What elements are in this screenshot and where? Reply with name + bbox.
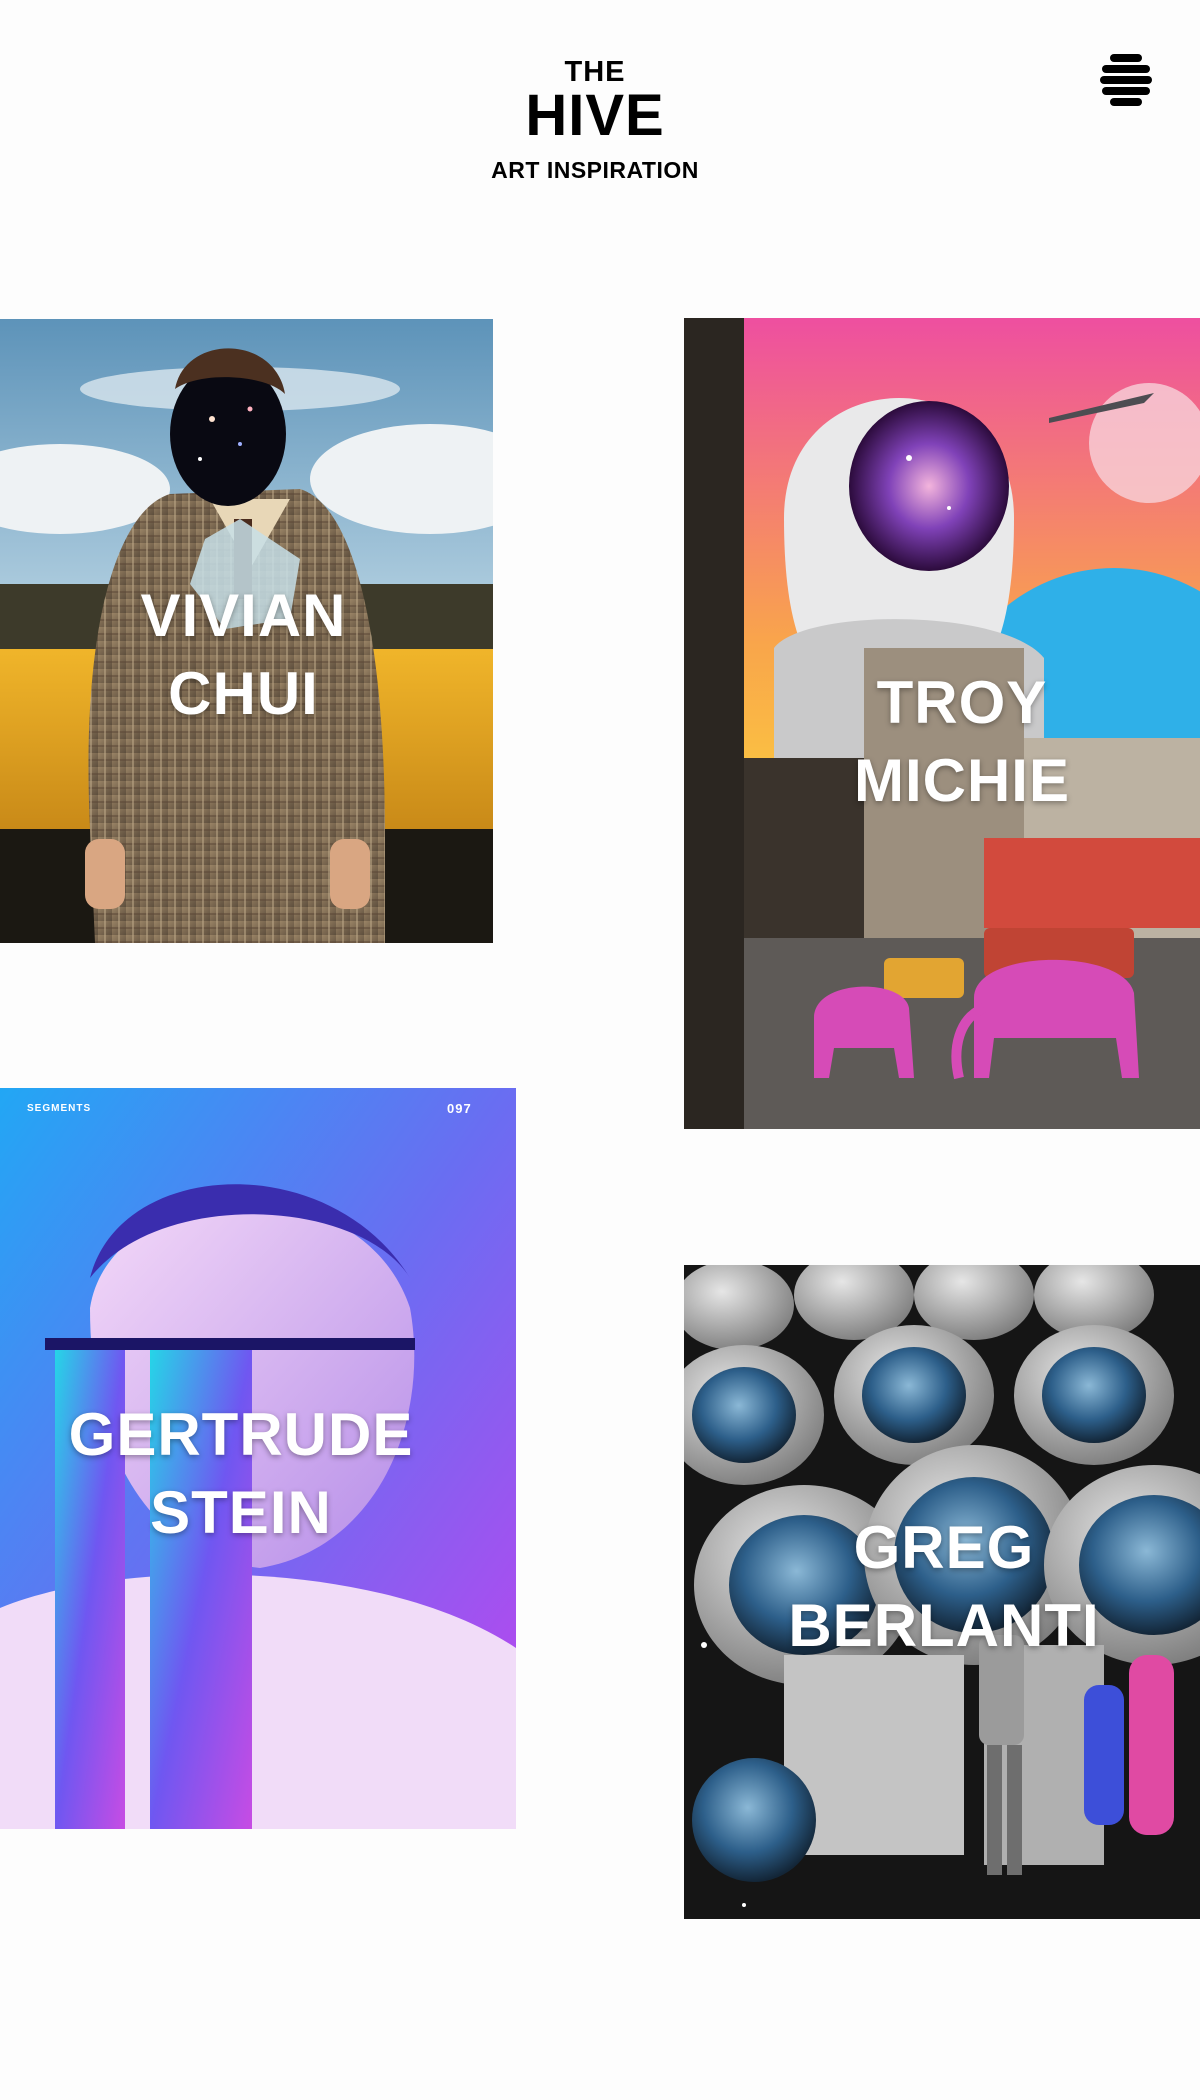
poster-number-label: 097 (447, 1101, 472, 1116)
logo-hive: HIVE (525, 83, 665, 148)
artist-name: GREG BERLANTI (788, 1514, 1100, 1659)
artist-card-troy-michie[interactable]: TROY MICHIE (684, 318, 1200, 1129)
artist-card-vivian-chui[interactable]: VIVIAN CHUI (0, 319, 493, 943)
menu-button[interactable] (1100, 54, 1152, 108)
site-logo[interactable]: THE HIVE ART INSPIRATION (0, 58, 1190, 182)
site-tagline: ART INSPIRATION (491, 157, 699, 183)
hamburger-icon (1100, 54, 1152, 106)
artist-card-greg-berlanti[interactable]: GREG BERLANTI (684, 1265, 1200, 1919)
artist-card-gertrude-stein[interactable]: SEGMENTS 097 GERTRUDE STEIN (0, 1088, 516, 1829)
artist-name: VIVIAN CHUI (140, 582, 347, 727)
poster-brand-label: SEGMENTS (27, 1103, 92, 1114)
artist-name: TROY MICHIE (854, 669, 1070, 814)
artist-name: GERTRUDE STEIN (68, 1401, 414, 1546)
